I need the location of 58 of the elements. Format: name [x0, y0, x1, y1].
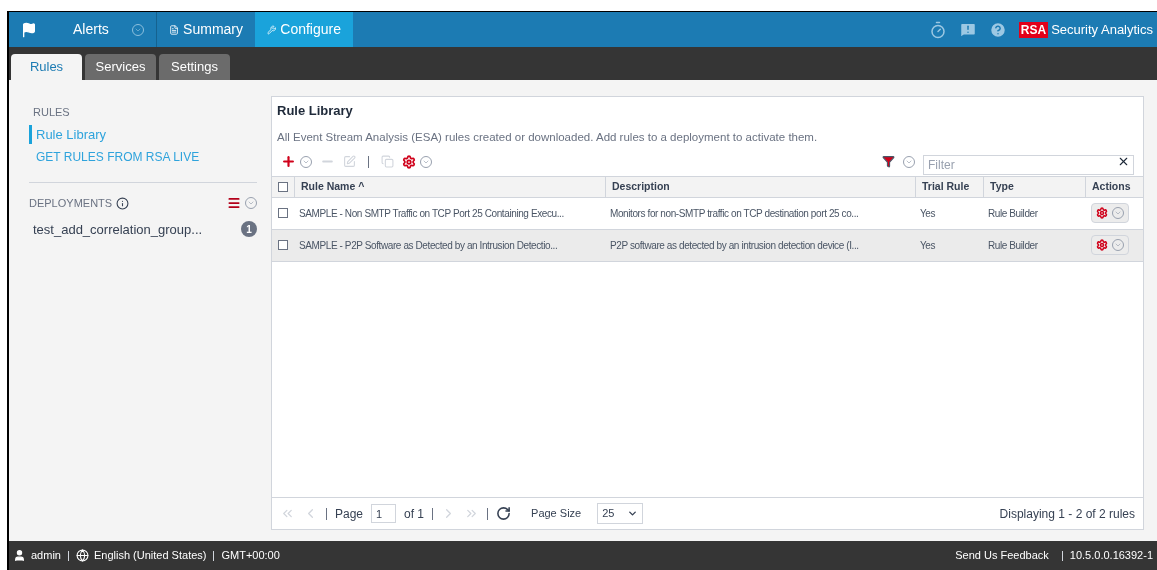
column-header[interactable]: Trial Rule: [915, 176, 983, 197]
column-header[interactable]: Description: [605, 176, 915, 197]
table-cell-text: Yes: [920, 238, 936, 253]
deployments-heading: DEPLOYMENTS: [29, 196, 113, 211]
table-row[interactable]: SAMPLE - P2P Software as Detected by an Intrusion Detectio... P2P software as detected by an intrusion detection device (I... Yes Rule Builder: [272, 229, 1143, 262]
timezone: GMT+00:00: [221, 548, 280, 564]
filter-icon[interactable]: [882, 155, 895, 169]
menu-icon[interactable]: [227, 196, 241, 211]
page-count: of 1: [404, 505, 425, 523]
info-icon[interactable]: [116, 196, 130, 210]
table-cell-text: Yes: [920, 206, 936, 221]
page-field[interactable]: 1: [371, 504, 397, 523]
row-checkbox[interactable]: [278, 240, 288, 251]
count-badge: 1: [241, 221, 257, 238]
settings-icon[interactable]: [402, 154, 416, 169]
add-icon[interactable]: [281, 154, 296, 170]
language[interactable]: English (United States): [93, 547, 207, 564]
table-cell-text: Monitors for non-SMTP traffic on TCP destination port 25 co...: [610, 206, 859, 221]
table-cell-text: SAMPLE - Non SMTP Traffic on TCP Port 25 Containing Execu...: [299, 206, 564, 221]
table-cell-text: Rule Builder: [988, 206, 1038, 221]
display-status: Displaying 1 - 2 of 2 rules: [999, 505, 1135, 523]
product-name: Security Analytics: [1051, 20, 1153, 39]
sub-tab[interactable]: Rules: [11, 54, 82, 80]
flag-icon: [21, 21, 37, 38]
page-size-label: Page Size: [531, 506, 582, 522]
user-name[interactable]: admin: [31, 547, 61, 564]
wrench-icon: [267, 22, 277, 37]
deployment-name[interactable]: test_add_correlation_group...: [33, 219, 241, 239]
table-cell-text: SAMPLE - P2P Software as Detected by an Intrusion Detectio...: [299, 238, 558, 253]
page-size-select[interactable]: 25: [597, 503, 644, 524]
actions-button[interactable]: [1091, 203, 1129, 224]
actions-button[interactable]: [1091, 235, 1129, 256]
version-text: 10.5.0.0.16392-1: [1069, 548, 1153, 564]
sidebar-heading: RULES: [32, 105, 71, 120]
column-header[interactable]: Rule Name ^: [294, 176, 605, 197]
panel-description: All Event Stream Analysis (ESA) rules created or downloaded. Add rules to a deployment to activate them.: [276, 129, 819, 145]
globe-icon: [75, 549, 89, 562]
refresh-icon[interactable]: [496, 506, 512, 521]
sub-tab[interactable]: Settings: [159, 54, 230, 80]
table-cell-text: P2P software as detected by an intrusion detection device (I...: [610, 238, 859, 253]
column-header[interactable]: Type: [983, 176, 1085, 197]
row-checkbox[interactable]: [278, 208, 288, 219]
column-header[interactable]: Actions: [1085, 176, 1143, 197]
help-icon[interactable]: [988, 20, 1007, 39]
caret-icon: [627, 508, 639, 519]
stopwatch-icon[interactable]: [928, 20, 947, 39]
brand-logo: RSA: [1018, 21, 1049, 38]
panel-title: Rule Library: [276, 102, 354, 120]
filter-field[interactable]: Filter: [923, 154, 1134, 175]
gear-icon: [1096, 239, 1108, 252]
sub-tab[interactable]: Services: [85, 54, 156, 80]
select-all-checkbox[interactable]: [278, 181, 288, 192]
document-icon: [169, 22, 180, 37]
table-cell-text: Rule Builder: [988, 238, 1038, 253]
page-label: Page: [335, 505, 364, 523]
user-icon: [13, 549, 26, 562]
feedback-link[interactable]: Send Us Feedback: [955, 547, 1049, 564]
gear-icon: [1096, 207, 1108, 220]
